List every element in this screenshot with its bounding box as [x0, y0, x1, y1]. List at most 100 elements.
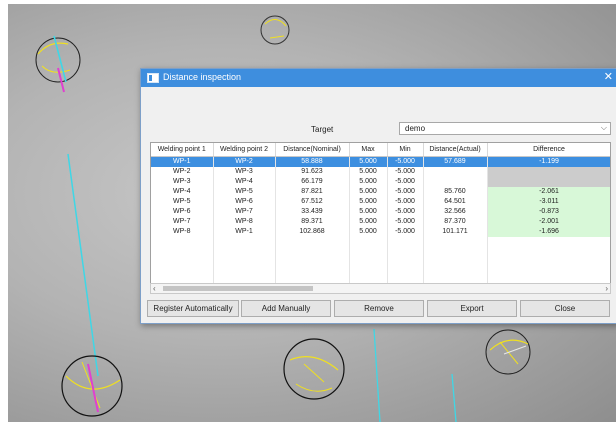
- register-automatically-button[interactable]: Register Automatically: [147, 300, 239, 317]
- cell-nominal[interactable]: 66.179: [275, 177, 350, 187]
- cell-actual[interactable]: 101.171: [423, 227, 488, 237]
- cell-max[interactable]: 5.000: [349, 187, 388, 197]
- target-label: Target: [311, 125, 334, 134]
- target-select[interactable]: demo ⌵: [399, 122, 611, 135]
- cell-max[interactable]: 5.000: [349, 227, 388, 237]
- cell-wp2[interactable]: WP-3: [213, 167, 276, 177]
- cell-min[interactable]: -5.000: [387, 177, 424, 187]
- table-row[interactable]: WP-6 WP-7 33.439 5.000 -5.000 32.566 -0.873: [151, 207, 610, 217]
- scrollbar-thumb[interactable]: [163, 286, 313, 291]
- cell-max[interactable]: 5.000: [349, 197, 388, 207]
- remove-button[interactable]: Remove: [334, 300, 424, 317]
- cell-wp1[interactable]: WP-5: [151, 197, 214, 207]
- cell-min[interactable]: -5.000: [387, 207, 424, 217]
- cell-wp2[interactable]: WP-2: [213, 156, 276, 167]
- table-row[interactable]: WP-4 WP-5 87.821 5.000 -5.000 85.760 -2.061: [151, 187, 610, 197]
- chevron-right-icon[interactable]: ›: [605, 284, 608, 293]
- cell-wp1[interactable]: WP-2: [151, 167, 214, 177]
- export-button[interactable]: Export: [427, 300, 517, 317]
- column-header[interactable]: Welding point 1: [151, 143, 214, 157]
- cell-wp2[interactable]: WP-6: [213, 197, 276, 207]
- cell-diff[interactable]: -2.061: [487, 187, 610, 197]
- column-header[interactable]: Welding point 2: [213, 143, 276, 157]
- cell-actual[interactable]: 57.689: [423, 156, 488, 167]
- cell-wp1[interactable]: WP-1: [151, 156, 214, 167]
- cell-wp1[interactable]: WP-7: [151, 217, 214, 227]
- cell-diff[interactable]: [487, 177, 610, 187]
- empty-cell: [349, 267, 388, 277]
- cell-min[interactable]: -5.000: [387, 187, 424, 197]
- cell-min[interactable]: -5.000: [387, 227, 424, 237]
- table-row[interactable]: WP-5 WP-6 67.512 5.000 -5.000 64.501 -3.011: [151, 197, 610, 207]
- cell-nominal[interactable]: 58.888: [275, 156, 350, 167]
- cell-diff[interactable]: -2.001: [487, 217, 610, 227]
- column-header[interactable]: Distance(Actual): [423, 143, 488, 157]
- cell-actual[interactable]: 87.370: [423, 217, 488, 227]
- cell-min[interactable]: -5.000: [387, 156, 424, 167]
- welding-sphere-icon[interactable]: [283, 338, 345, 400]
- dialog-titlebar[interactable]: Distance inspection ✕: [141, 69, 616, 87]
- cell-max[interactable]: 5.000: [349, 207, 388, 217]
- cell-wp2[interactable]: WP-5: [213, 187, 276, 197]
- cell-max[interactable]: 5.000: [349, 217, 388, 227]
- column-header[interactable]: Difference: [487, 143, 610, 157]
- empty-cell: [275, 267, 350, 277]
- table-row[interactable]: WP-2 WP-3 91.623 5.000 -5.000: [151, 167, 610, 177]
- cell-nominal[interactable]: 91.623: [275, 167, 350, 177]
- cell-actual[interactable]: [423, 167, 488, 177]
- cell-wp1[interactable]: WP-3: [151, 177, 214, 187]
- chevron-down-icon[interactable]: ⌵: [601, 123, 607, 133]
- empty-cell: [213, 257, 276, 267]
- empty-cell: [423, 247, 488, 257]
- cell-min[interactable]: -5.000: [387, 167, 424, 177]
- cell-diff[interactable]: -3.011: [487, 197, 610, 207]
- table-row[interactable]: WP-3 WP-4 66.179 5.000 -5.000: [151, 177, 610, 187]
- cell-actual[interactable]: 64.501: [423, 197, 488, 207]
- cell-diff[interactable]: -1.199: [487, 156, 610, 167]
- cell-diff[interactable]: -1.696: [487, 227, 610, 237]
- cell-wp1[interactable]: WP-4: [151, 187, 214, 197]
- cell-nominal[interactable]: 67.512: [275, 197, 350, 207]
- cell-nominal[interactable]: 33.439: [275, 207, 350, 217]
- cell-actual[interactable]: 32.566: [423, 207, 488, 217]
- welding-sphere-icon[interactable]: [260, 15, 290, 45]
- empty-cell: [213, 267, 276, 277]
- cell-wp1[interactable]: WP-6: [151, 207, 214, 217]
- welding-sphere-icon[interactable]: [35, 35, 81, 93]
- cell-wp2[interactable]: WP-4: [213, 177, 276, 187]
- welding-sphere-icon[interactable]: [485, 329, 531, 375]
- distance-table: Welding point 1 Welding point 2 Distance(N…: [150, 142, 611, 285]
- table-row[interactable]: WP-8 WP-1 102.868 5.000 -5.000 101.171 -1.696: [151, 227, 610, 237]
- cell-wp2[interactable]: WP-8: [213, 217, 276, 227]
- cell-min[interactable]: -5.000: [387, 217, 424, 227]
- column-header[interactable]: Max: [349, 143, 388, 157]
- table-row[interactable]: WP-7 WP-8 89.371 5.000 -5.000 87.370 -2.001: [151, 217, 610, 227]
- cell-min[interactable]: -5.000: [387, 197, 424, 207]
- empty-cell: [423, 237, 488, 247]
- cell-nominal[interactable]: 102.868: [275, 227, 350, 237]
- cell-diff[interactable]: -0.873: [487, 207, 610, 217]
- chevron-left-icon[interactable]: ‹: [153, 284, 156, 293]
- cell-wp1[interactable]: WP-8: [151, 227, 214, 237]
- column-header[interactable]: Distance(Nominal): [275, 143, 350, 157]
- add-manually-button[interactable]: Add Manually: [241, 300, 331, 317]
- horizontal-scrollbar[interactable]: ‹ ›: [150, 283, 611, 294]
- empty-cell: [423, 257, 488, 267]
- cell-actual[interactable]: [423, 177, 488, 187]
- target-value: demo: [405, 124, 426, 133]
- cell-max[interactable]: 5.000: [349, 156, 388, 167]
- close-icon[interactable]: ✕: [604, 71, 613, 83]
- cell-wp2[interactable]: WP-1: [213, 227, 276, 237]
- cell-nominal[interactable]: 87.821: [275, 187, 350, 197]
- close-button[interactable]: Close: [520, 300, 610, 317]
- cell-actual[interactable]: 85.760: [423, 187, 488, 197]
- cell-max[interactable]: 5.000: [349, 177, 388, 187]
- cell-wp2[interactable]: WP-7: [213, 207, 276, 217]
- empty-cell: [487, 237, 610, 247]
- cell-nominal[interactable]: 89.371: [275, 217, 350, 227]
- cell-diff[interactable]: [487, 167, 610, 177]
- table-row[interactable]: WP-1 WP-2 58.888 5.000 -5.000 57.689 -1.199: [151, 156, 610, 167]
- column-header[interactable]: Min: [387, 143, 424, 157]
- cell-max[interactable]: 5.000: [349, 167, 388, 177]
- welding-sphere-icon[interactable]: [61, 355, 123, 417]
